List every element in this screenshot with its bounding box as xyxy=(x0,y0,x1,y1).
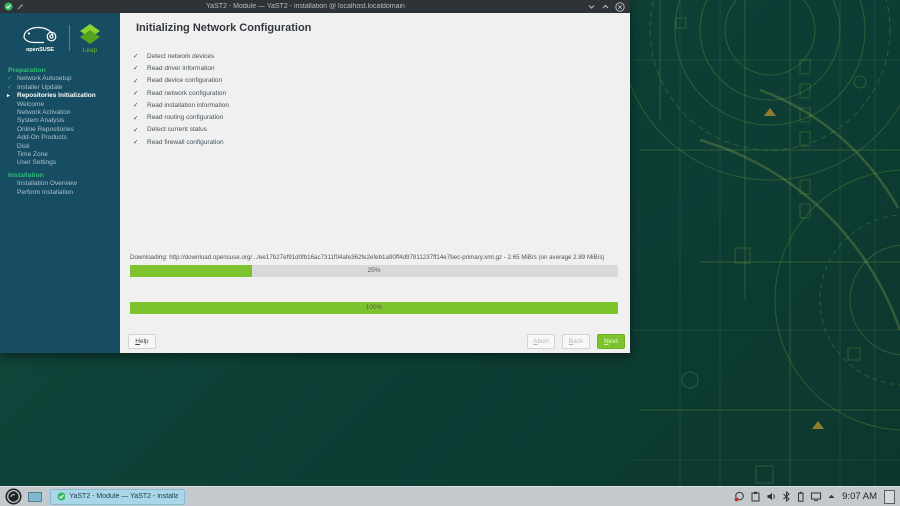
next-button[interactable]: Next xyxy=(597,334,625,349)
installer-sidebar: openSUSE Leap Preparation ✓ Network Autos… xyxy=(0,13,120,353)
sidebar-step-system-analysis: System Analysis xyxy=(17,117,65,125)
svg-text:Leap: Leap xyxy=(82,47,97,53)
check-icon: ✓ xyxy=(7,84,13,91)
notifications-icon[interactable] xyxy=(734,491,745,502)
task-row: ✓ Read device configuration xyxy=(133,77,223,85)
help-button[interactable]: Help xyxy=(128,334,156,349)
current-arrow-icon: ▸ xyxy=(7,93,10,100)
display-icon[interactable] xyxy=(810,491,822,502)
sidebar-step-repositories-initialization: ▸ Repositories Initialization xyxy=(7,92,96,100)
sidebar-step-time-zone: Time Zone xyxy=(17,151,48,159)
maximize-icon[interactable] xyxy=(601,2,610,11)
download-status: Downloading: http://download.opensuse.or… xyxy=(130,254,605,261)
close-icon[interactable] xyxy=(615,1,625,12)
brand-divider xyxy=(68,24,70,51)
battery-icon[interactable] xyxy=(796,491,805,502)
yast-window: YaST2 - Module — YaST2 - installation @ … xyxy=(0,0,630,353)
taskbar-task-yast[interactable]: YaST2 - Module — YaST2 - installat... xyxy=(50,488,185,505)
sidebar-step-network-autosetup: ✓ Network Autosetup xyxy=(7,75,72,83)
task-list: ✓ Detect network devices ✓ Read driver inf… xyxy=(133,50,620,148)
check-icon: ✓ xyxy=(133,53,139,61)
check-icon: ✓ xyxy=(7,76,13,83)
sidebar-step-disk: Disk xyxy=(17,142,30,150)
download-progress-bar: 25% xyxy=(130,265,618,277)
sidebar-step-add-on-products: Add-On Products xyxy=(17,134,67,142)
page-title: Initializing Network Configuration xyxy=(136,22,312,34)
sidebar-step-network-activation: Network Activation xyxy=(17,109,71,117)
sidebar-step-online-repositories: Online Repositories xyxy=(17,125,74,133)
check-icon: ✓ xyxy=(133,65,139,73)
task-row: ✓ Read network configuration xyxy=(133,89,227,98)
progress-label: 100% xyxy=(365,304,383,311)
task-row: ✓ Read driver information xyxy=(133,64,215,73)
back-button[interactable]: Back xyxy=(562,334,590,349)
window-titlebar[interactable]: YaST2 - Module — YaST2 - installation @ … xyxy=(0,0,630,13)
sidebar-step-installation-overview: Installation Overview xyxy=(17,180,77,188)
task-row: ✓ Detect network devices xyxy=(133,52,215,61)
sidebar-step-welcome: Welcome xyxy=(17,100,44,108)
leap-logo: Leap xyxy=(79,23,100,53)
abort-button[interactable]: Abort xyxy=(527,334,555,349)
check-icon: ✓ xyxy=(133,126,139,134)
yast-window-icon xyxy=(4,2,13,11)
task-title: YaST2 - Module — YaST2 - installat... xyxy=(69,493,178,500)
task-row: ✓ Read routing configuration xyxy=(133,114,224,122)
tray-expand-caret-icon[interactable] xyxy=(827,492,836,501)
check-icon: ✓ xyxy=(133,114,139,122)
progress-label: 25% xyxy=(367,267,381,274)
sidebar-step-user-settings: User Settings xyxy=(17,159,57,167)
window-title: YaST2 - Module — YaST2 - installation @ … xyxy=(206,3,405,10)
task-row: ✓ Detect current status xyxy=(133,126,207,134)
sidebar-step-installer-update: ✓ Installer Update xyxy=(7,83,63,91)
check-icon: ✓ xyxy=(133,102,139,110)
task-row: ✓ Read firewall configuration xyxy=(133,138,224,147)
show-desktop-button[interactable] xyxy=(884,489,895,504)
sidebar-step-perform-installation: Perform Installation xyxy=(17,188,73,196)
installer-steps: Preparation ✓ Network Autosetup ✓ Installe… xyxy=(0,55,120,197)
virtual-desktop-pager[interactable] xyxy=(28,491,42,502)
check-icon: ✓ xyxy=(133,90,139,98)
clipboard-icon[interactable] xyxy=(750,491,761,502)
pin-icon[interactable] xyxy=(16,3,24,11)
total-progress-bar: 100% xyxy=(130,302,618,314)
clock[interactable]: 9:07 AM xyxy=(842,491,877,502)
system-tray xyxy=(734,491,836,502)
main-content: Initializing Network Configuration ✓ Dete… xyxy=(120,13,630,353)
desktop: YaST2 - Module — YaST2 - installation @ … xyxy=(0,0,900,506)
bluetooth-icon[interactable] xyxy=(782,491,791,502)
section-header: Preparation xyxy=(8,67,46,74)
check-icon: ✓ xyxy=(133,139,139,147)
yast-task-icon xyxy=(57,492,66,501)
check-icon: ✓ xyxy=(133,77,139,85)
taskbar: YaST2 - Module — YaST2 - installat... 9:… xyxy=(0,486,900,506)
svg-text:openSUSE: openSUSE xyxy=(25,47,53,53)
section-header: Installation xyxy=(8,171,44,179)
task-row: ✓ Read installation information xyxy=(133,101,230,110)
wizard-buttons: Help Abort Back Next xyxy=(128,334,625,349)
volume-icon[interactable] xyxy=(766,491,777,502)
minimize-icon[interactable] xyxy=(587,2,596,11)
application-menu-button[interactable] xyxy=(5,488,22,505)
opensuse-logo: openSUSE xyxy=(22,26,56,53)
